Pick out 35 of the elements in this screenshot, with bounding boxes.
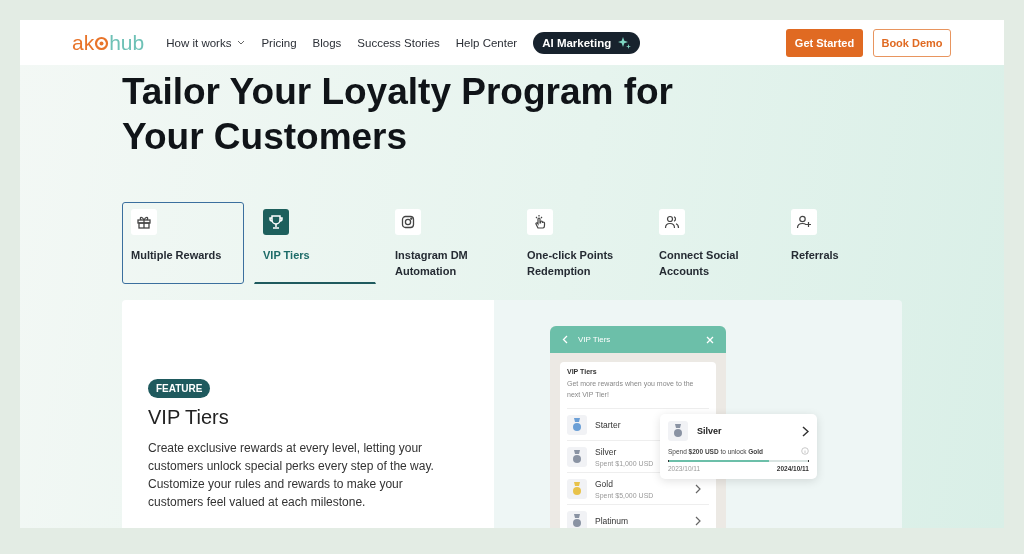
chevron-right-icon — [802, 425, 809, 437]
feature-tab[interactable]: Instagram DM Automation — [386, 202, 508, 284]
user-plus-icon — [796, 214, 812, 230]
feature-tab[interactable]: Connect Social Accounts — [650, 202, 772, 284]
tier-name: Silver — [697, 426, 723, 436]
widget-title: VIP Tiers — [578, 335, 612, 344]
page-title: Tailor Your Loyalty Program for Your Customers — [122, 70, 674, 159]
medal-icon — [673, 424, 683, 438]
nav-link[interactable]: Blogs — [312, 36, 342, 49]
tier-name: Gold — [595, 478, 614, 489]
sparkle-icon — [617, 35, 632, 50]
feature-heading: VIP Tiers — [148, 406, 230, 429]
tier-name: Silver — [595, 446, 618, 457]
feature-badge: FEATURE — [148, 379, 211, 398]
feature-tab[interactable]: Multiple Rewards — [122, 202, 244, 284]
chevron-down-icon — [237, 40, 246, 45]
info-icon — [801, 447, 809, 455]
instagram-icon — [400, 214, 416, 230]
tier-name: Starter — [595, 419, 621, 430]
feature-description: Create exclusive rewards at every level, letting your customers unlock special perks every step of the way. Customize your rules and rewards to make your customers feel valued at each milestone. — [148, 440, 435, 511]
hand-pointer-icon — [532, 214, 548, 230]
feature-tab[interactable]: One-click Points Redemption — [518, 202, 640, 284]
gift-icon — [136, 214, 152, 230]
trophy-icon — [268, 214, 284, 230]
ai-marketing-button[interactable]: AI Marketing — [533, 31, 641, 54]
nav-link[interactable]: How it works — [166, 36, 246, 49]
feature-tab[interactable]: VIP Tiers — [254, 202, 376, 284]
tier-name: Platinum — [595, 515, 629, 526]
nav-link[interactable]: Success Stories — [357, 36, 440, 49]
feature-tab[interactable]: Referrals — [782, 202, 904, 284]
close-icon — [706, 335, 714, 344]
nav-link[interactable]: Pricing — [261, 36, 297, 49]
nav-link[interactable]: Help Center — [455, 36, 518, 49]
users-icon — [664, 214, 680, 230]
back-icon — [562, 335, 568, 344]
